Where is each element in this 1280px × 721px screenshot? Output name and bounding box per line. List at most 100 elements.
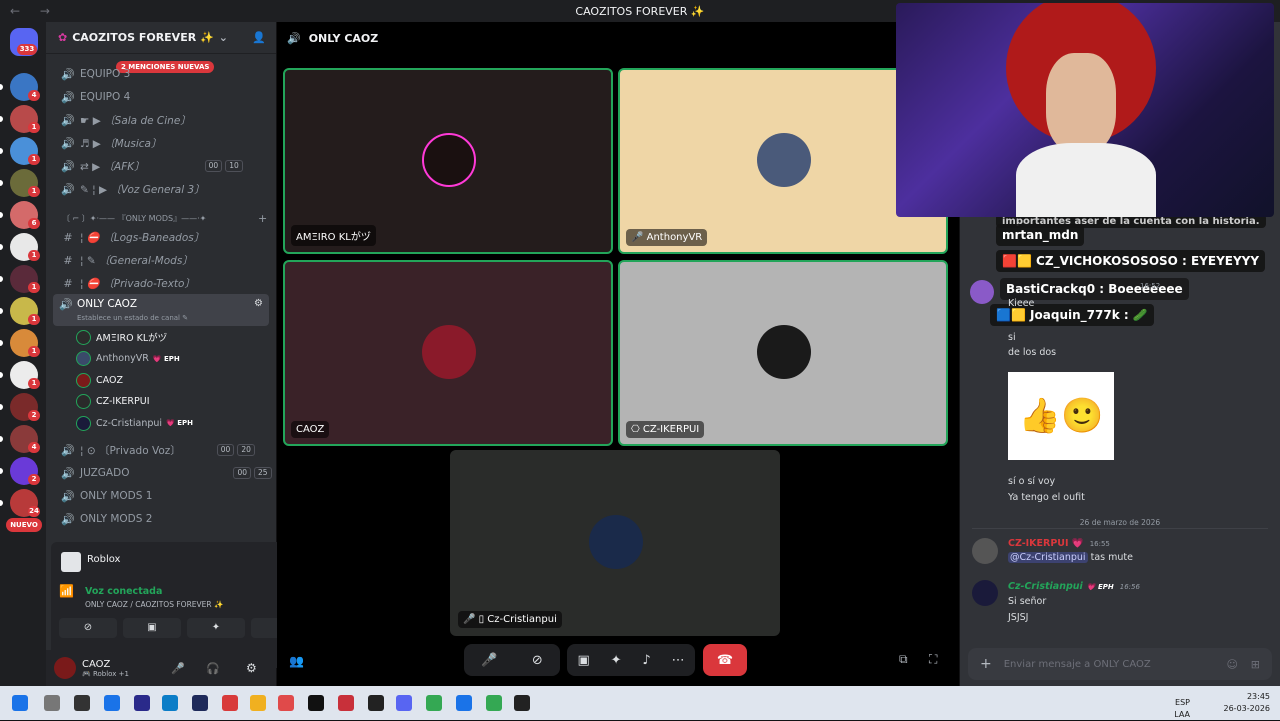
user-settings-icon[interactable]: ⚙ (246, 661, 257, 675)
plus-icon[interactable]: + (980, 656, 992, 672)
share-screen-button[interactable]: ▣ (123, 618, 181, 638)
apps-icon[interactable]: ⊞ (1251, 658, 1260, 671)
taskbar-app-icon[interactable] (12, 695, 28, 711)
user-info[interactable]: CAOZ 🎮 Roblox +1 (82, 659, 129, 678)
unread-badge: 2 (28, 410, 40, 421)
message-text: sí o sí voy (1008, 476, 1056, 487)
activities-button[interactable]: ✦ (187, 618, 245, 638)
voice-channel[interactable]: 🔊 EQUIPO 3 (60, 64, 130, 84)
taskbar-app-icon[interactable] (514, 695, 530, 711)
sticker-image[interactable]: 👍🙂 (1008, 372, 1114, 460)
taskbar-app-icon[interactable] (192, 695, 208, 711)
avatar[interactable] (970, 280, 994, 304)
voice-channel[interactable]: 🔊 ¦ ⊙ 〔Privado Voz〕 00 20 (60, 440, 255, 460)
channel-status[interactable]: Establece un estado de canal ✎ (77, 314, 188, 322)
new-badge[interactable]: NUEVO (6, 518, 42, 532)
avatar (76, 394, 91, 409)
taskbar-app-icon[interactable] (426, 695, 442, 711)
message-text: si (1008, 332, 1016, 343)
participant-tile[interactable]: ⎔ CZ-IKERPUI (618, 260, 948, 446)
text-channel[interactable]: # ¦ ⛔ 〔Logs-Baneados〕 (60, 227, 204, 247)
voice-member[interactable]: AMΞIRO KLがヅ (76, 327, 167, 347)
message-author[interactable]: Cz-Cristianpui 💗 EPH 16:56 (1008, 581, 1140, 592)
leave-call-button[interactable]: ☎ (703, 644, 747, 676)
message-input[interactable]: + Enviar mensaje a ONLY CAOZ ☺ ⊞ (968, 648, 1272, 680)
popout-icon[interactable]: ⧉ (899, 652, 908, 667)
taskbar-app-icon[interactable] (278, 695, 294, 711)
avatar[interactable] (54, 657, 76, 679)
server-header[interactable]: ✿ CAOZITOS FOREVER ✨ ⌄ 👤 (46, 22, 276, 54)
mentions-badge[interactable]: 2 MENCIONES NUEVAS (116, 61, 215, 73)
fullscreen-icon[interactable]: ⛶ (929, 652, 937, 667)
voice-location[interactable]: ONLY CAOZ / CAOZITOS FOREVER ✨ (85, 600, 223, 609)
participant-tile[interactable]: AMΞIRO KLがヅ (283, 68, 613, 254)
channel-name: ¦ ⛔ 〔Logs-Baneados〕 (80, 231, 205, 244)
avatar (76, 351, 91, 366)
activities-icon[interactable]: ✦ (611, 653, 622, 668)
voice-member[interactable]: Cz-Cristianpui 💗 EPH (76, 413, 193, 433)
participant-tile[interactable]: CAOZ (283, 260, 613, 446)
text-channel[interactable]: # ¦ ⛔ 〔Privado-Texto〕 (60, 273, 195, 293)
participant-name: 🎤 AnthonyVR (626, 229, 708, 246)
taskbar-app-icon[interactable] (396, 695, 412, 711)
emoji-icon[interactable]: ☺ (1227, 658, 1238, 671)
category-only-mods[interactable]: 〔 ⌐ 〕✦·—— 『ONLY MODS』——·✦ + (62, 208, 267, 228)
voice-member[interactable]: CZ-IKERPUI (76, 392, 150, 412)
chat-overlay-line: BastiCrackq0 : Boeeeeeee (1000, 278, 1189, 300)
voice-channel[interactable]: 🔊 ONLY MODS 2 (60, 509, 152, 529)
taskbar-app-icon[interactable] (134, 695, 150, 711)
member-name: CAOZ (96, 374, 123, 386)
plus-icon[interactable]: + (258, 212, 267, 225)
taskbar-app-icon[interactable] (44, 695, 60, 711)
unread-badge: 1 (28, 122, 40, 133)
date[interactable]: 26-03-2026 (1224, 704, 1271, 713)
unread-badge: 1 (28, 250, 40, 261)
date-divider: 26 de marzo de 2026 (960, 518, 1280, 527)
taskbar-app-icon[interactable] (368, 695, 384, 711)
invite-icon[interactable]: 👥 (289, 654, 304, 668)
voice-channel[interactable]: 🔊 ✎ ¦ ▶ 〔Voz General 3〕 (60, 179, 205, 199)
taskbar-app-icon[interactable] (456, 695, 472, 711)
message-author[interactable]: CZ-IKERPUI 💗 16:55 (1008, 538, 1110, 549)
taskbar-app-icon[interactable] (338, 695, 354, 711)
more-icon[interactable]: ⋯ (672, 653, 685, 668)
camera-off-icon[interactable]: ⊘ (532, 653, 543, 668)
voice-channel[interactable]: 🔊 ⇄ ▶ 〔AFK〕 00 10 (60, 156, 243, 176)
voice-channel[interactable]: 🔊 JUZGADO 00 25 (60, 463, 272, 483)
server-name: CAOZITOS FOREVER ✨ (72, 31, 214, 44)
taskbar-app-icon[interactable] (162, 695, 178, 711)
camera-off-button[interactable]: ⊘ (59, 618, 117, 638)
taskbar-app-icon[interactable] (250, 695, 266, 711)
unread-badge: 24 (28, 506, 40, 517)
member-name: AMΞIRO KLがヅ (96, 333, 168, 344)
input-placeholder: Enviar mensaje a ONLY CAOZ (1003, 658, 1151, 670)
taskbar-app-icon[interactable] (222, 695, 238, 711)
text-channel[interactable]: # ¦ ✎ 〔General-Mods〕 (60, 250, 192, 270)
taskbar-app-icon[interactable] (74, 695, 90, 711)
voice-member[interactable]: CAOZ (76, 370, 123, 390)
soundboard-icon[interactable]: ♪ (642, 653, 650, 668)
participant-tile[interactable]: 🎤 ▯ Cz-Cristianpui (450, 450, 780, 636)
add-member-icon[interactable]: 👤 (252, 31, 266, 44)
avatar[interactable] (972, 580, 998, 606)
mic-icon[interactable]: 🎤 (171, 662, 185, 675)
avatar[interactable] (972, 538, 998, 564)
channel-name: ¦ ⛔ 〔Privado-Texto〕 (80, 277, 195, 290)
taskbar-app-icon[interactable] (486, 695, 502, 711)
taskbar-app-icon[interactable] (308, 695, 324, 711)
active-voice-channel[interactable]: 🔊 ONLY CAOZ Establece un estado de canal… (53, 294, 269, 326)
taskbar-app-icon[interactable] (104, 695, 120, 711)
voice-channel[interactable]: 🔊 ☛ ▶ 〔Sala de Cine〕 (60, 110, 191, 130)
voice-channel[interactable]: 🔊 ♬ ▶ 〔Musica〕 (60, 133, 161, 153)
unread-dot (0, 244, 3, 250)
voice-member[interactable]: AnthonyVR 💗 EPH (76, 349, 180, 369)
settings-icon[interactable]: ⚙ (254, 298, 263, 309)
headphones-icon[interactable]: 🎧 (206, 662, 220, 675)
lang-indicator[interactable]: ESP LAA (1174, 697, 1190, 721)
share-screen-icon[interactable]: ▣ (577, 653, 589, 668)
mic-icon[interactable]: 🎤 (481, 653, 497, 668)
clock[interactable]: 23:45 (1247, 692, 1270, 701)
voice-channel[interactable]: 🔊 ONLY MODS 1 (60, 486, 152, 506)
voice-channel[interactable]: 🔊 EQUIPO 4 (60, 87, 130, 107)
speaker-icon: 🔊 (61, 113, 75, 127)
